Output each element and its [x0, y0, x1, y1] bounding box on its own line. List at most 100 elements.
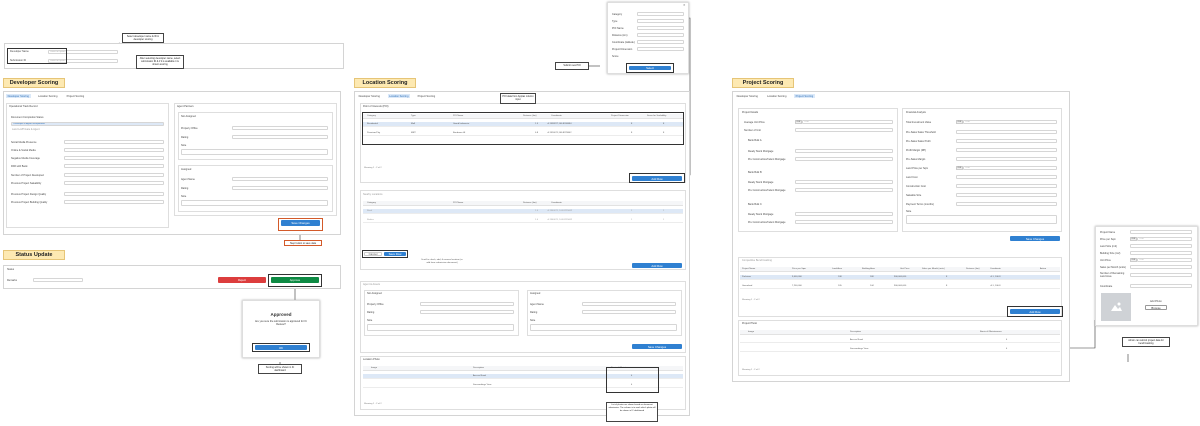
loc-property-office-input[interactable] [420, 302, 514, 306]
loc-tab-project[interactable]: Project Scoring [416, 94, 437, 98]
proj-right-input-4[interactable] [956, 157, 1057, 161]
poi-dialog-input-5[interactable] [637, 47, 684, 51]
table-row[interactable]: Surroundings View 4 [740, 347, 1060, 352]
financial-panel [902, 108, 1062, 232]
table-row[interactable]: Access Road 4 [740, 338, 1060, 343]
proj-right-input-3[interactable] [956, 148, 1057, 152]
rating-input[interactable] [232, 135, 328, 139]
bm-input-1[interactable]: 0.00 [1137, 237, 1192, 241]
dev-input-4[interactable] [64, 173, 164, 177]
proj-right-5: Land Price per Sqm [906, 167, 929, 170]
proj-right-input-7[interactable] [956, 184, 1057, 188]
bench-title: Competitive Benchmarking [742, 259, 772, 262]
agent-name-input[interactable] [232, 177, 328, 181]
assigned-note-input[interactable] [181, 200, 328, 206]
proj-right-7: Construction Cost [906, 185, 926, 188]
top-form-highlight [7, 48, 67, 64]
dev-input-5[interactable] [64, 181, 164, 185]
loc-tab-location[interactable]: Location Scoring [387, 94, 411, 99]
dev-input-2[interactable] [64, 156, 164, 160]
rating-label: Rating [181, 136, 189, 139]
tab-project-scoring[interactable]: Project Scoring [65, 94, 86, 98]
proj-right-9: Payment Terms (months) [906, 203, 934, 206]
reject-button[interactable]: Reject [218, 277, 266, 283]
poi-dialog-input-2[interactable] [637, 26, 684, 30]
proj-right-input-8[interactable] [956, 193, 1057, 197]
bm-input-3[interactable] [1130, 251, 1192, 255]
poi-dialog-input-0[interactable] [637, 12, 684, 16]
bm-input-4[interactable]: 0.00 [1137, 258, 1192, 262]
tab-location-scoring[interactable]: Location Scoring [37, 94, 60, 98]
location-scoring-header: Location Scoring [354, 78, 416, 88]
proj-tab-project[interactable]: Project Scoring [794, 94, 815, 99]
proj-right-note-input[interactable] [906, 215, 1057, 224]
bm-input-2[interactable] [1130, 244, 1192, 248]
approved-title: Approved [270, 312, 292, 317]
proj-right-1: Pre-Sales Sales Threshold [906, 131, 936, 134]
proj-right-input-5[interactable]: 0.00 [963, 166, 1057, 170]
bench-paging: Showing 1 - 2 of 2 [742, 299, 760, 301]
bench-col-8: Action [1040, 268, 1047, 270]
doc-status-select[interactable]: Developer & Agent Incorporated [11, 122, 164, 126]
proj-left-input-4[interactable] [795, 157, 893, 161]
dev-input-6[interactable] [64, 192, 164, 196]
bm-field-0: Project Name [1100, 231, 1116, 234]
dev-input-0[interactable] [64, 140, 164, 144]
bm-input-0[interactable] [1130, 230, 1192, 234]
bench-cell: -6.1, 106.8 [990, 276, 1001, 278]
property-office-input[interactable] [232, 126, 328, 130]
proj-right-input-1[interactable] [956, 130, 1057, 134]
loc-assigned-note-label: Note [530, 319, 536, 322]
proj-left-input-9[interactable] [795, 212, 893, 216]
table-row[interactable]: Radius 1.0 -6.1940071, 106.8229442 1 1 [363, 218, 683, 223]
proj-left-input-3[interactable] [795, 149, 893, 153]
proj-left-input-0[interactable]: 0.00 [802, 120, 893, 124]
proj-left-input-7[interactable] [795, 188, 893, 192]
loc-save-button[interactable]: Save Changes [632, 344, 682, 349]
loc-agent-name-input[interactable] [582, 302, 676, 306]
loc-tabs: Developer Scoring Location Scoring Proje… [357, 94, 437, 99]
proj-save-button[interactable]: Save Changes [1010, 236, 1060, 241]
poi-dialog-input-1[interactable] [637, 19, 684, 23]
bm-browse-button[interactable]: Browse [1145, 305, 1167, 310]
assigned-rating-input[interactable] [232, 186, 328, 190]
bm-input-5[interactable] [1130, 265, 1192, 269]
loc-assigned-note-input[interactable] [530, 324, 677, 331]
poi-dialog-input-3[interactable] [637, 33, 684, 37]
bm-input-6[interactable] [1130, 273, 1192, 277]
table-row[interactable]: Rank 1.0 -6.1940071, 106.8229442 1 1 [363, 209, 683, 214]
dev-input-3[interactable] [64, 164, 164, 168]
proj-right-input-6[interactable] [956, 175, 1057, 179]
nearby-add-row-button[interactable]: Add Row [632, 263, 682, 268]
note-input[interactable] [181, 149, 328, 155]
loc-tab-developer[interactable]: Developer Scoring [357, 94, 382, 98]
doc-status-option[interactable]: Land Lot/Private & Agent [12, 128, 40, 131]
proj-tab-developer[interactable]: Developer Scoring [735, 94, 760, 98]
loc-photo-note: List of photos are shown based on docume… [606, 402, 658, 422]
bench-cell: Parkview [742, 276, 751, 278]
bench-cell: -6.1, 106.8 [990, 285, 1001, 287]
poi-dialog-input-4[interactable] [637, 40, 684, 44]
loc-assigned-rating-input[interactable] [582, 310, 676, 314]
remarks-input[interactable] [33, 278, 83, 282]
poi-table-highlight [362, 112, 684, 145]
proj-left-input-1[interactable] [795, 128, 893, 132]
table-row[interactable]: Parkview 9,000,000 108 168 900,000,000 8… [740, 275, 1060, 280]
bm-input-7[interactable] [1130, 284, 1192, 288]
proj-right-input-2[interactable] [956, 139, 1057, 143]
poi-dialog-close-icon[interactable]: ✕ [683, 3, 686, 7]
loc-rating-input[interactable] [420, 310, 514, 314]
proj-right-input-0[interactable]: 0.00 [963, 120, 1057, 124]
proj-tab-location[interactable]: Location Scoring [766, 94, 789, 98]
tab-developer-scoring[interactable]: Developer Scoring [6, 94, 31, 99]
proj-right-0: Total Investment Value [906, 121, 932, 124]
proj-left-input-10[interactable] [795, 220, 893, 224]
table-row[interactable]: Greenland 7,200,000 105 144 900,000,000 … [740, 284, 1060, 289]
dev-input-1[interactable] [64, 148, 164, 152]
proj-left-input-6[interactable] [795, 180, 893, 184]
dev-input-7[interactable] [64, 200, 164, 204]
location-photo-title: Location Photo [363, 358, 380, 361]
proj-right-input-9[interactable] [956, 202, 1057, 206]
bm-field-1: Price per Sqm [1100, 238, 1116, 241]
loc-note-input[interactable] [367, 324, 514, 331]
